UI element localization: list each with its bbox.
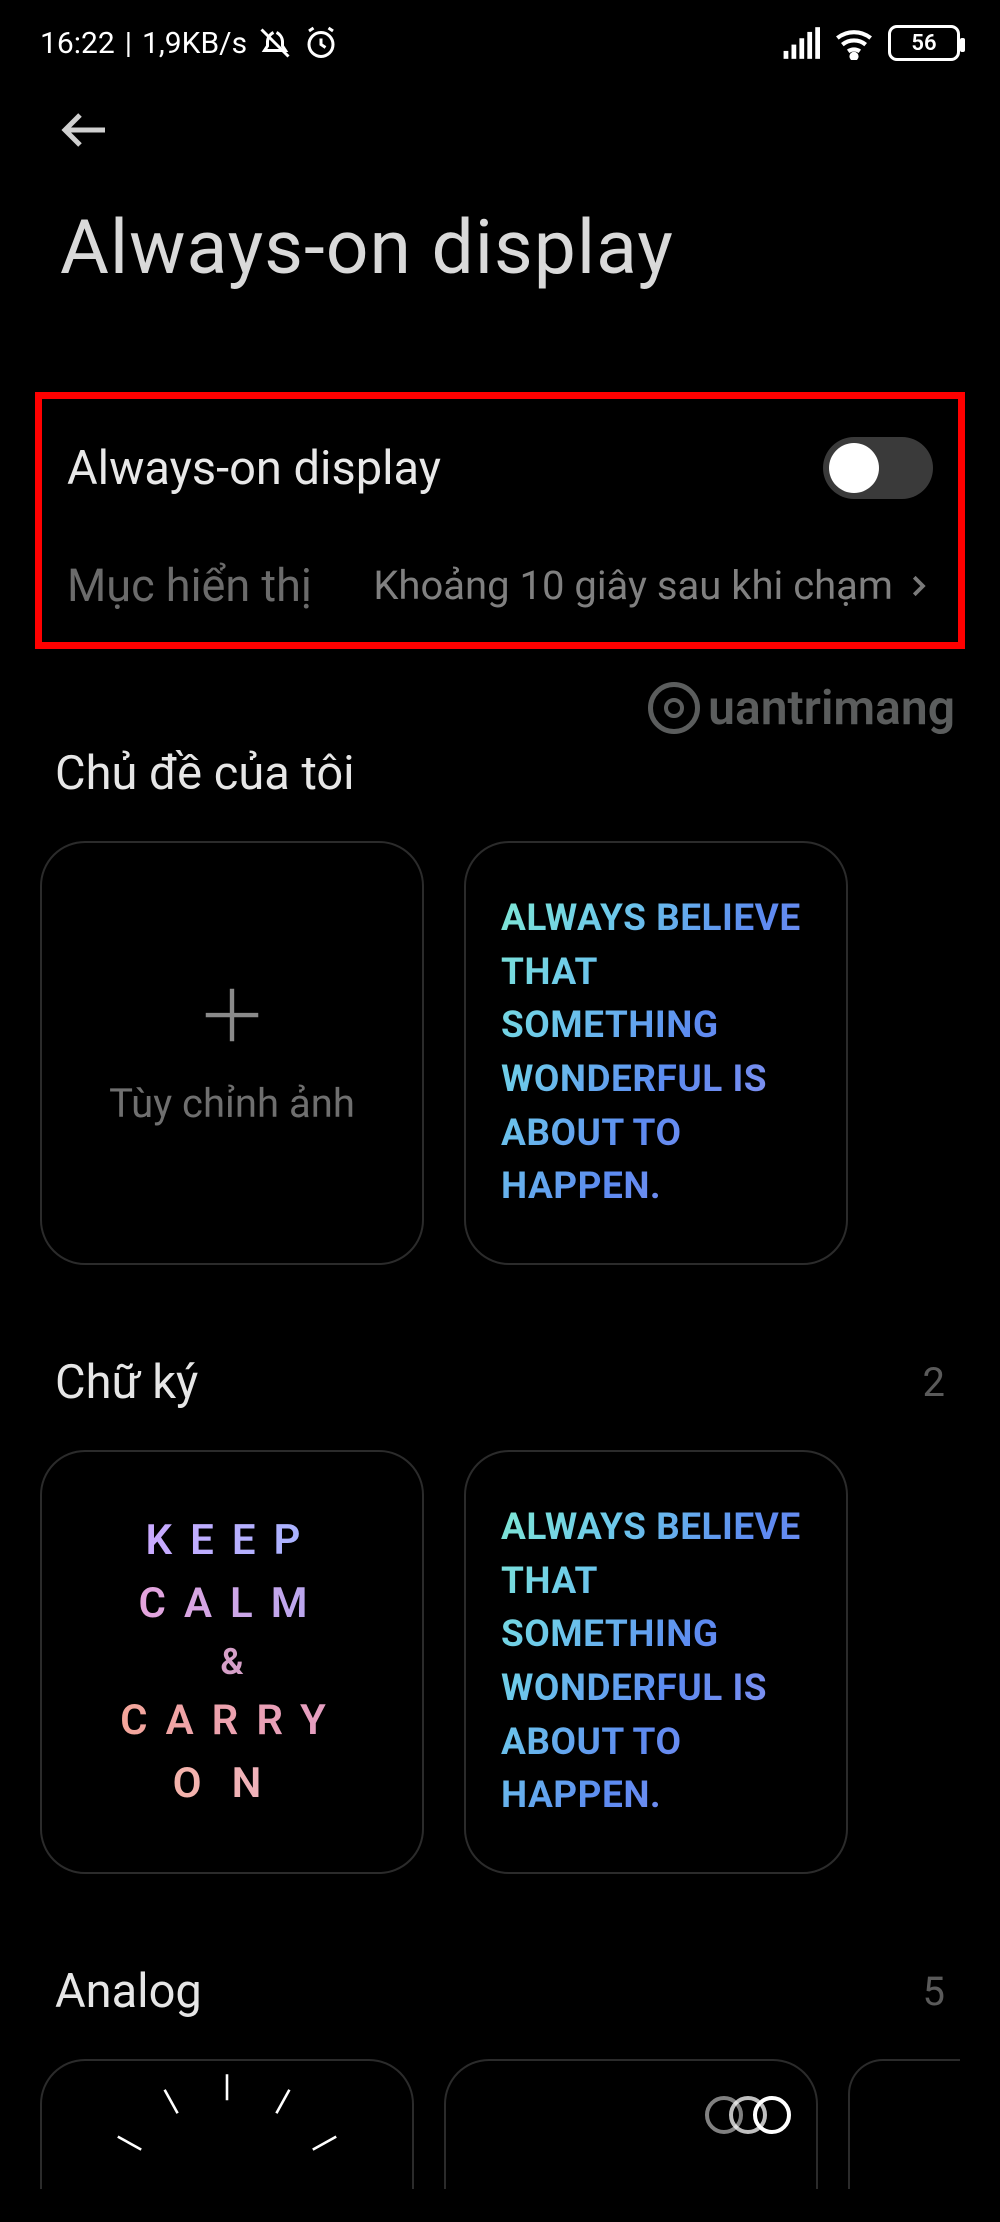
analog-cards xyxy=(0,2019,1000,2189)
status-speed: 1,9KB/s xyxy=(142,26,247,61)
back-button[interactable] xyxy=(55,145,115,164)
battery-icon: 56 xyxy=(888,25,960,61)
watermark: uantrimang xyxy=(0,649,1000,736)
display-items-value-wrap: Khoảng 10 giây sau khi chạm xyxy=(342,562,933,609)
signature-card-keep-calm[interactable]: KEEP CALM & CARRY ON xyxy=(40,1450,424,1874)
aod-toggle[interactable] xyxy=(823,437,933,499)
wifi-icon xyxy=(834,26,874,60)
analog-card-3[interactable] xyxy=(848,2059,960,2189)
mute-icon xyxy=(257,25,293,61)
custom-image-label: Tùy chỉnh ảnh xyxy=(109,1080,355,1127)
watermark-text: uantrimang xyxy=(708,679,955,736)
theme-text: ALWAYS BELIEVE THAT SOMETHING WONDERFUL … xyxy=(501,892,811,1214)
status-time: 16:22 xyxy=(40,26,115,61)
aod-toggle-row[interactable]: Always-on display xyxy=(67,429,933,539)
rings-icon xyxy=(705,2096,791,2134)
my-themes-title: Chủ đề của tôi xyxy=(55,746,355,801)
analog-title: Analog xyxy=(55,1964,202,2019)
display-items-label: Mục hiển thị xyxy=(67,559,312,612)
keep-calm-text: KEEP CALM & CARRY ON xyxy=(120,1509,344,1815)
analog-count: 5 xyxy=(923,1968,945,2015)
analog-card-1[interactable] xyxy=(40,2059,414,2189)
signature-card-believe[interactable]: ALWAYS BELIEVE THAT SOMETHING WONDERFUL … xyxy=(464,1450,848,1874)
signature-title: Chữ ký xyxy=(55,1355,198,1410)
my-themes-cards: Tùy chỉnh ảnh ALWAYS BELIEVE THAT SOMETH… xyxy=(0,801,1000,1265)
highlighted-settings: Always-on display Mục hiển thị Khoảng 10… xyxy=(35,392,965,649)
signature-count: 2 xyxy=(923,1359,945,1406)
status-left: 16:22 | 1,9KB/s xyxy=(40,25,339,61)
signature-text: ALWAYS BELIEVE THAT SOMETHING WONDERFUL … xyxy=(501,1501,811,1823)
theme-card-believe[interactable]: ALWAYS BELIEVE THAT SOMETHING WONDERFUL … xyxy=(464,841,848,1265)
toggle-knob-icon xyxy=(829,443,879,493)
chevron-right-icon xyxy=(903,571,933,601)
alarm-icon xyxy=(303,25,339,61)
display-items-value: Khoảng 10 giây sau khi chạm xyxy=(373,562,893,609)
bulb-icon xyxy=(648,682,700,734)
custom-image-card[interactable]: Tùy chỉnh ảnh xyxy=(40,841,424,1265)
status-right: 56 xyxy=(782,25,960,61)
status-bar: 16:22 | 1,9KB/s xyxy=(0,0,1000,70)
battery-percent: 56 xyxy=(911,31,936,56)
signature-cards: KEEP CALM & CARRY ON ALWAYS BELIEVE THAT… xyxy=(0,1410,1000,1874)
my-themes-header: Chủ đề của tôi xyxy=(0,746,1000,801)
display-items-row[interactable]: Mục hiển thị Khoảng 10 giây sau khi chạm xyxy=(67,539,933,612)
signal-icon xyxy=(782,26,820,60)
plus-icon xyxy=(197,980,267,1050)
status-separator: | xyxy=(125,26,132,61)
back-row xyxy=(0,70,1000,164)
page-title: Always-on display xyxy=(0,164,1000,342)
analog-card-2[interactable] xyxy=(444,2059,818,2189)
arrow-left-icon xyxy=(55,100,115,160)
analog-header: Analog 5 xyxy=(0,1964,1000,2019)
aod-toggle-label: Always-on display xyxy=(67,441,441,496)
signature-header: Chữ ký 2 xyxy=(0,1355,1000,1410)
analog-clock-icon xyxy=(97,2069,357,2189)
